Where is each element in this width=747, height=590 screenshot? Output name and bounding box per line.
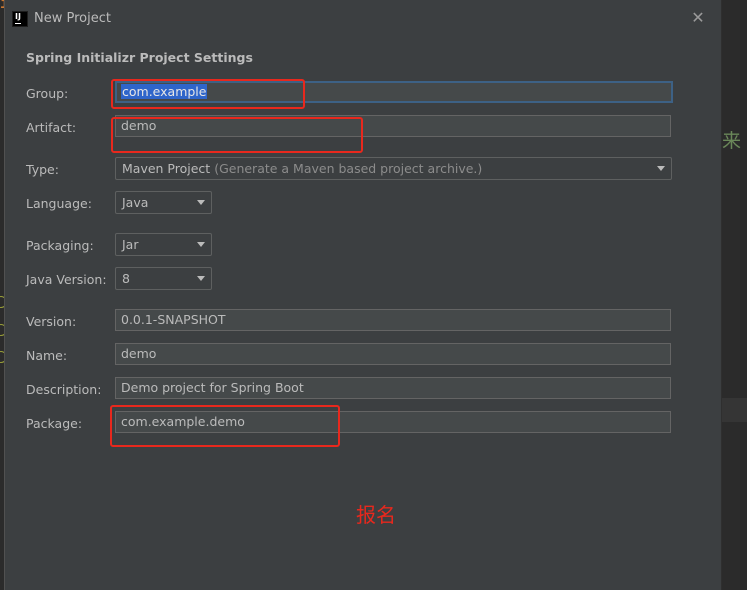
packaging-dropdown-value: Jar [122,237,139,252]
java-version-dropdown-value: 8 [122,271,130,286]
version-label: Version: [26,314,77,329]
group-label: Group: [26,86,69,101]
group-input-value: com.example [121,84,208,99]
java-version-dropdown[interactable]: 8 [115,267,212,290]
packaging-label: Packaging: [26,238,94,253]
chevron-down-icon [197,276,205,281]
language-dropdown[interactable]: Java [115,191,212,214]
language-dropdown-value: Java [122,195,149,210]
package-input[interactable]: com.example.demo [115,411,671,433]
packaging-dropdown[interactable]: Jar [115,233,212,256]
type-dropdown-hint: (Generate a Maven based project archive.… [214,161,483,176]
type-label: Type: [26,162,59,177]
version-input[interactable]: 0.0.1-SNAPSHOT [115,309,671,331]
intellij-app-icon: IJ [12,11,28,27]
chevron-down-icon [657,166,665,171]
language-label: Language: [26,196,92,211]
close-icon[interactable]: ✕ [689,9,707,27]
name-input[interactable]: demo [115,343,671,365]
artifact-input[interactable]: demo [115,115,671,137]
background-editor-strip [720,398,747,422]
dialog-title: New Project [34,11,111,26]
description-input[interactable]: Demo project for Spring Boot [115,377,671,399]
chevron-down-icon [197,242,205,247]
section-heading: Spring Initializr Project Settings [26,50,253,65]
background-text-fragment: 来 [722,130,742,152]
java-version-label: Java Version: [26,272,107,287]
artifact-label: Artifact: [26,120,77,135]
type-dropdown-value: Maven Project [122,161,211,176]
type-dropdown[interactable]: Maven Project (Generate a Maven based pr… [115,157,672,180]
name-label: Name: [26,348,68,363]
package-label: Package: [26,416,83,431]
chevron-down-icon [197,200,205,205]
group-input[interactable]: com.example [115,81,673,103]
description-label: Description: [26,382,102,397]
dialog-titlebar: IJ New Project ✕ [5,0,721,38]
annotation-text: 报名 [356,503,396,527]
